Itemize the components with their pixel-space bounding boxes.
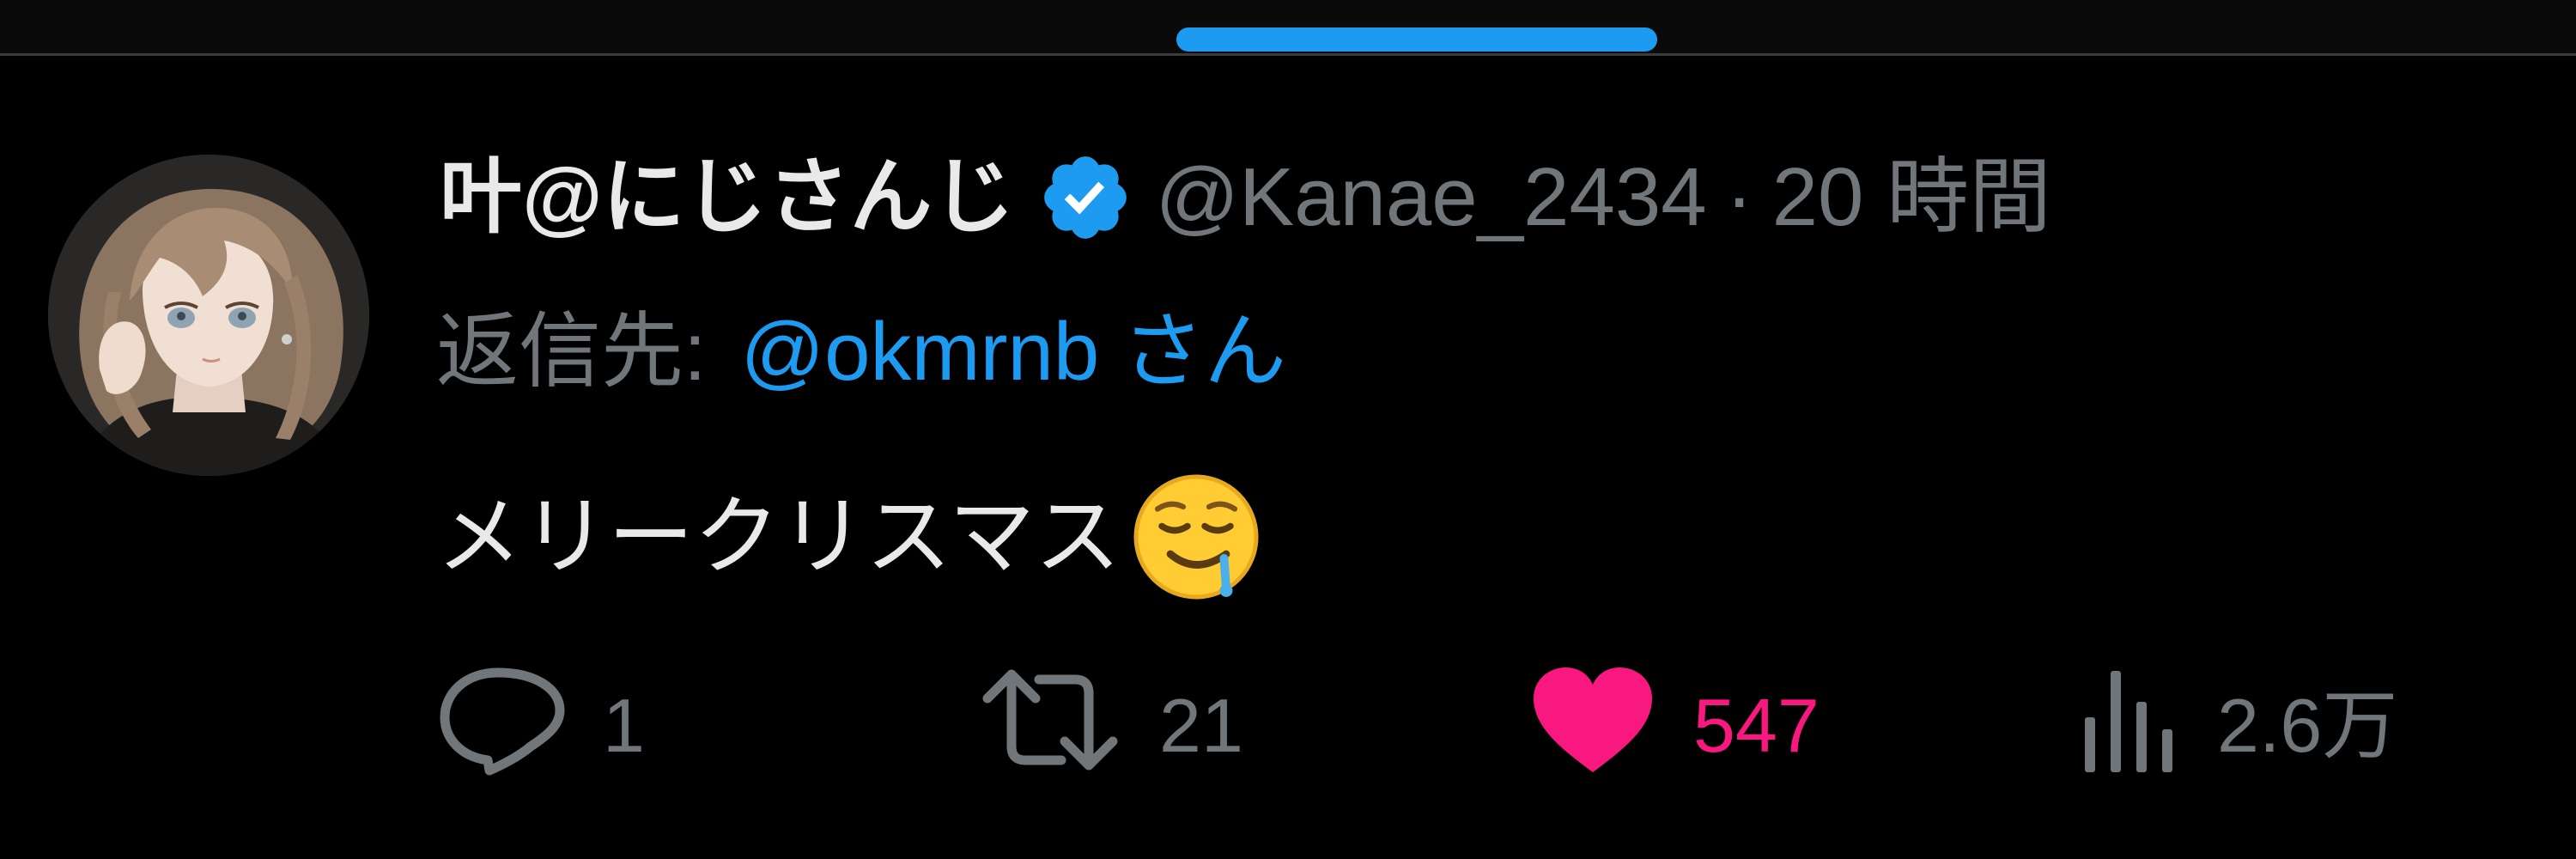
reply-count: 1: [603, 683, 645, 768]
like-count: 547: [1693, 683, 1820, 768]
display-name[interactable]: 叶@にじさんじ: [440, 156, 1015, 239]
retweet-arrows-icon: [977, 664, 1123, 788]
avatar[interactable]: [48, 155, 369, 476]
top-divider: [0, 53, 2576, 56]
drooling-face-emoji-icon: [1127, 468, 1265, 606]
views-button[interactable]: 2.6万: [2078, 661, 2397, 790]
heart-icon: [1528, 664, 1657, 788]
verified-badge-icon[interactable]: [1037, 149, 1133, 246]
separator-dot: ·: [1725, 151, 1753, 243]
reply-to-handle-link[interactable]: @okmrnb: [741, 311, 1100, 393]
view-count: 2.6万: [2217, 683, 2398, 768]
active-tab-indicator: [1176, 27, 1657, 52]
reply-to-honorific: さん: [1121, 306, 1287, 398]
reply-button[interactable]: 1: [438, 661, 645, 790]
timestamp[interactable]: 20 時間: [1772, 156, 2051, 239]
tweet-text: メリークリスマス: [436, 489, 1121, 585]
tweet-body: メリークリスマス: [436, 472, 1265, 601]
bar-chart-icon: [2078, 664, 2181, 788]
tweet-header: 叶@にじさんじ @Kanae_2434 · 20 時間: [440, 137, 2051, 258]
user-handle[interactable]: @Kanae_2434: [1156, 156, 1707, 239]
retweet-count: 21: [1159, 683, 1243, 768]
reply-to-label: 返信先:: [436, 306, 707, 398]
speech-bubble-icon: [438, 664, 567, 788]
retweet-button[interactable]: 21: [977, 661, 1243, 790]
like-button[interactable]: 547: [1528, 661, 1820, 790]
reply-to-line: 返信先: @okmrnb さん: [436, 301, 1286, 404]
avatar-illustration: [48, 155, 369, 476]
